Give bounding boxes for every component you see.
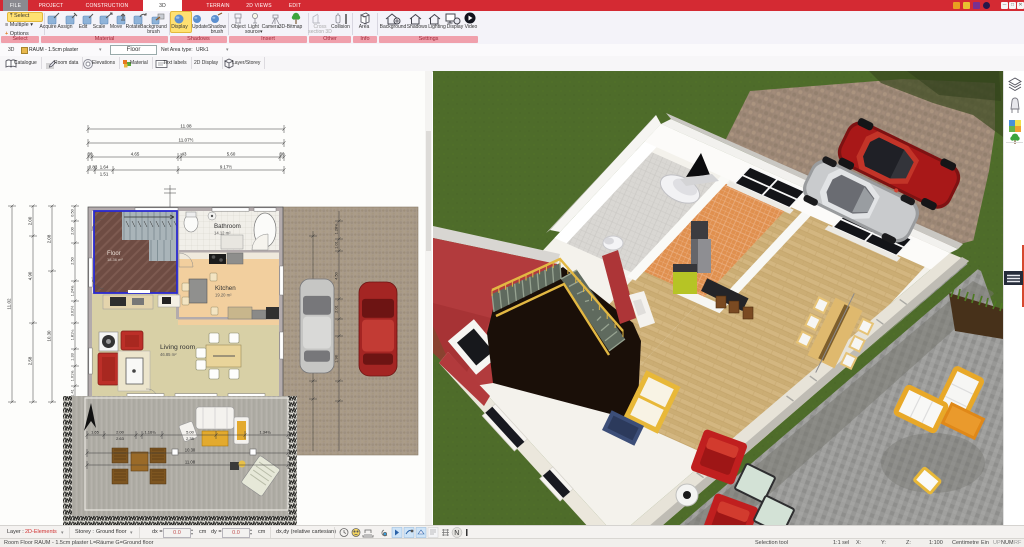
svg-text:11.08: 11.08 — [185, 460, 196, 465]
svg-text:36: 36 — [88, 152, 93, 157]
svg-text:2.00: 2.00 — [116, 430, 125, 435]
svg-text:10.30: 10.30 — [185, 448, 196, 453]
svg-text:1.28¾: 1.28¾ — [335, 223, 339, 234]
svg-text:5.60: 5.60 — [227, 152, 236, 157]
svg-text:11.02: 11.02 — [7, 298, 12, 310]
svg-text:1.98: 1.98 — [335, 355, 339, 362]
svg-text:9.17½: 9.17½ — [220, 165, 233, 170]
svg-text:4.50: 4.50 — [335, 272, 339, 279]
svg-text:19.20 m²: 19.20 m² — [215, 293, 232, 298]
svg-text:1.24¾: 1.24¾ — [71, 285, 75, 296]
svg-text:1.51: 1.51 — [100, 172, 109, 177]
svg-text:2.50: 2.50 — [71, 257, 75, 264]
svg-text:2.01: 2.01 — [335, 305, 339, 312]
svg-text:Kitchen: Kitchen — [215, 285, 236, 292]
svg-text:2.00: 2.00 — [71, 227, 75, 234]
svg-text:1.41: 1.41 — [71, 389, 75, 396]
svg-text:1.01: 1.01 — [335, 241, 339, 248]
svg-text:1.01¾: 1.01¾ — [71, 370, 75, 381]
svg-text:43: 43 — [182, 152, 187, 157]
svg-text:11.07½: 11.07½ — [179, 137, 194, 143]
svg-text:N: N — [454, 530, 459, 537]
svg-text:2.00: 2.00 — [28, 216, 33, 225]
svg-text:10.30: 10.30 — [47, 330, 52, 342]
svg-text:1.33: 1.33 — [71, 353, 75, 360]
svg-text:2.58: 2.58 — [28, 356, 33, 365]
svg-text:5.00: 5.00 — [186, 430, 195, 435]
svg-text:4.90: 4.90 — [28, 271, 33, 280]
svg-text:0.83: 0.83 — [89, 165, 98, 170]
svg-text:2.08: 2.08 — [47, 234, 52, 243]
svg-text:1.34¾: 1.34¾ — [259, 430, 271, 435]
svg-text:2.35: 2.35 — [186, 436, 195, 441]
svg-text:1.81¼: 1.81¼ — [71, 329, 75, 340]
svg-text:1.16¾: 1.16¾ — [144, 430, 156, 435]
svg-text:14.12 m²: 14.12 m² — [214, 231, 231, 236]
svg-text:3.01½: 3.01½ — [71, 305, 75, 316]
svg-text:2.63: 2.63 — [116, 436, 125, 441]
svg-text:46.85 m²: 46.85 m² — [160, 352, 177, 357]
svg-text:0.50: 0.50 — [71, 209, 75, 216]
svg-text:11.08: 11.08 — [180, 124, 192, 129]
svg-text:1.64: 1.64 — [100, 165, 109, 170]
svg-text:Bathroom: Bathroom — [214, 223, 241, 230]
svg-text:36: 36 — [280, 152, 285, 157]
svg-text:1.65: 1.65 — [91, 430, 100, 435]
svg-text:4.65: 4.65 — [131, 152, 140, 157]
svg-text:Living room: Living room — [160, 344, 195, 351]
svg-text:18.36 m²: 18.36 m² — [107, 257, 123, 262]
